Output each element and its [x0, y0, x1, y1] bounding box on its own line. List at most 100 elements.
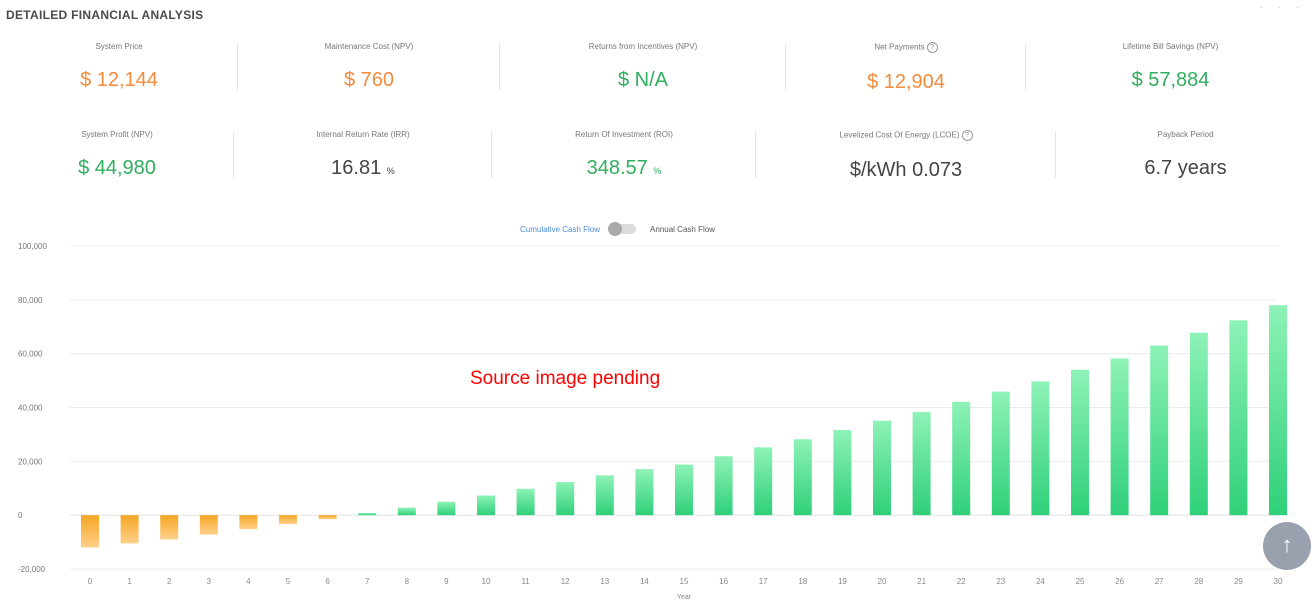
toggle-knob[interactable] — [608, 222, 623, 236]
bar — [1150, 345, 1169, 516]
metric-irr: Internal Return Rate (IRR) 16.81 % — [234, 126, 492, 192]
metric-roi: Return Of Investment (ROI) 348.57 % — [492, 126, 756, 192]
x-tick-label: 28 — [1194, 577, 1203, 586]
x-tick-label: 19 — [838, 577, 847, 586]
cumulative-cash-flow-label[interactable]: Cumulative Cash Flow — [520, 225, 600, 234]
metric-label: Returns from Incentives (NPV) — [588, 42, 698, 51]
metric-value: $ N/A — [617, 69, 669, 91]
overlay-message: Source image pending — [470, 368, 661, 389]
bar — [991, 391, 1010, 516]
x-tick-label: 23 — [996, 577, 1005, 586]
metric-label: Levelized Cost Of Energy (LCOE)? — [756, 130, 1056, 141]
bar — [239, 515, 258, 530]
x-tick-label: 29 — [1234, 577, 1243, 586]
arrow-up-icon: ↑ — [1281, 532, 1293, 557]
bar — [1269, 305, 1287, 516]
bar — [1071, 369, 1089, 516]
x-tick-label: 26 — [1115, 577, 1124, 586]
x-tick-label: 17 — [759, 577, 768, 586]
bar — [279, 515, 297, 525]
metric-label: Internal Return Rate (IRR) — [316, 130, 410, 139]
bar — [793, 439, 812, 516]
x-tick-label: 6 — [325, 577, 330, 586]
bar — [81, 515, 99, 548]
bar — [873, 420, 891, 516]
metric-value: $ 12,904 — [867, 71, 945, 93]
bar — [1229, 320, 1248, 516]
metric-label: System Price — [95, 42, 143, 51]
bar — [912, 412, 931, 516]
x-tick-label: 22 — [957, 577, 966, 586]
metric-label: Maintenance Cost (NPV) — [324, 42, 414, 51]
metric-value: 348.57 % — [586, 157, 662, 179]
bar — [1110, 358, 1129, 516]
more-options-icon[interactable]: · · · — [1245, 2, 1305, 13]
bar — [516, 488, 535, 516]
metric-label: Net Payments? — [786, 42, 1026, 53]
metric-label: Return Of Investment (ROI) — [575, 130, 673, 139]
x-tick-label: 3 — [207, 577, 212, 586]
metric-label: Payback Period — [1157, 130, 1214, 139]
bar — [397, 507, 416, 516]
metric-value: $ 44,980 — [78, 157, 156, 179]
bar — [833, 430, 852, 516]
bar — [477, 495, 495, 516]
bar — [199, 515, 218, 535]
metric-system-profit: System Profit (NPV) $ 44,980 — [0, 126, 234, 192]
metric-value: $ 12,144 — [80, 69, 158, 91]
y-tick-label: 60,000 — [18, 350, 43, 359]
metric-lcoe: Levelized Cost Of Energy (LCOE)? $/kWh 0… — [756, 126, 1056, 192]
cash-flow-chart: -20,000 0 20,000 40,000 60,000 80,000 100,000 0… — [18, 242, 1287, 601]
cash-flow-toggle: Cumulative Cash Flow Annual Cash Flow — [520, 221, 800, 237]
metric-value: 6.7 years — [1144, 157, 1227, 179]
x-tick-label: 21 — [917, 577, 926, 586]
y-tick-label: 20,000 — [18, 457, 43, 466]
bar — [675, 464, 693, 516]
metric-lifetime-bill-savings: Lifetime Bill Savings (NPV) $ 57,884 — [1026, 38, 1315, 104]
bar — [556, 482, 575, 516]
x-tick-label: 11 — [521, 577, 530, 586]
x-tick-label: 5 — [286, 577, 291, 586]
metric-maintenance-cost: Maintenance Cost (NPV) $ 760 — [238, 38, 500, 104]
bar — [1031, 381, 1050, 516]
x-tick-label: 16 — [719, 577, 728, 586]
scroll-to-top-button[interactable]: ↑ — [1263, 522, 1311, 570]
bar — [358, 513, 377, 516]
help-icon[interactable]: ? — [961, 130, 973, 141]
annual-cash-flow-label[interactable]: Annual Cash Flow — [650, 225, 715, 234]
x-tick-label: 1 — [127, 577, 132, 586]
y-tick-label: -20,000 — [18, 565, 46, 574]
bar — [318, 515, 337, 520]
x-tick-label: 15 — [680, 577, 689, 586]
x-axis-title: Year — [677, 594, 692, 601]
metric-value: 16.81 % — [331, 157, 395, 179]
metrics-row-secondary: System Profit (NPV) $ 44,980 Internal Re… — [0, 126, 1315, 192]
x-tick-label: 4 — [246, 577, 251, 586]
y-tick-label: 100,000 — [18, 242, 47, 251]
metric-payback-period: Payback Period 6.7 years — [1056, 126, 1315, 192]
x-tick-label: 30 — [1274, 577, 1283, 586]
page-title: DETAILED FINANCIAL ANALYSIS — [6, 8, 204, 22]
cash-flow-toggle-switch[interactable] — [608, 222, 637, 236]
bar — [1189, 332, 1208, 516]
bar — [754, 447, 773, 516]
x-tick-label: 10 — [482, 577, 491, 586]
x-tick-label: 0 — [88, 577, 93, 586]
metric-value: $ 760 — [343, 69, 395, 91]
y-tick-label: 40,000 — [18, 404, 43, 413]
bar — [635, 469, 654, 516]
x-tick-label: 2 — [167, 577, 172, 586]
x-tick-label: 20 — [878, 577, 887, 586]
bar — [120, 515, 139, 544]
x-tick-label: 27 — [1155, 577, 1164, 586]
metric-value: $/kWh 0.073 — [849, 159, 963, 181]
metric-label: System Profit (NPV) — [81, 130, 153, 139]
help-icon[interactable]: ? — [926, 42, 938, 53]
x-tick-label: 7 — [365, 577, 370, 586]
metric-net-payments: Net Payments? $ 12,904 — [786, 38, 1026, 104]
x-tick-label: 14 — [640, 577, 649, 586]
metric-system-price: System Price $ 12,144 — [0, 38, 238, 104]
bar — [437, 501, 456, 516]
x-tick-label: 13 — [600, 577, 609, 586]
metric-label: Lifetime Bill Savings (NPV) — [1122, 42, 1219, 51]
